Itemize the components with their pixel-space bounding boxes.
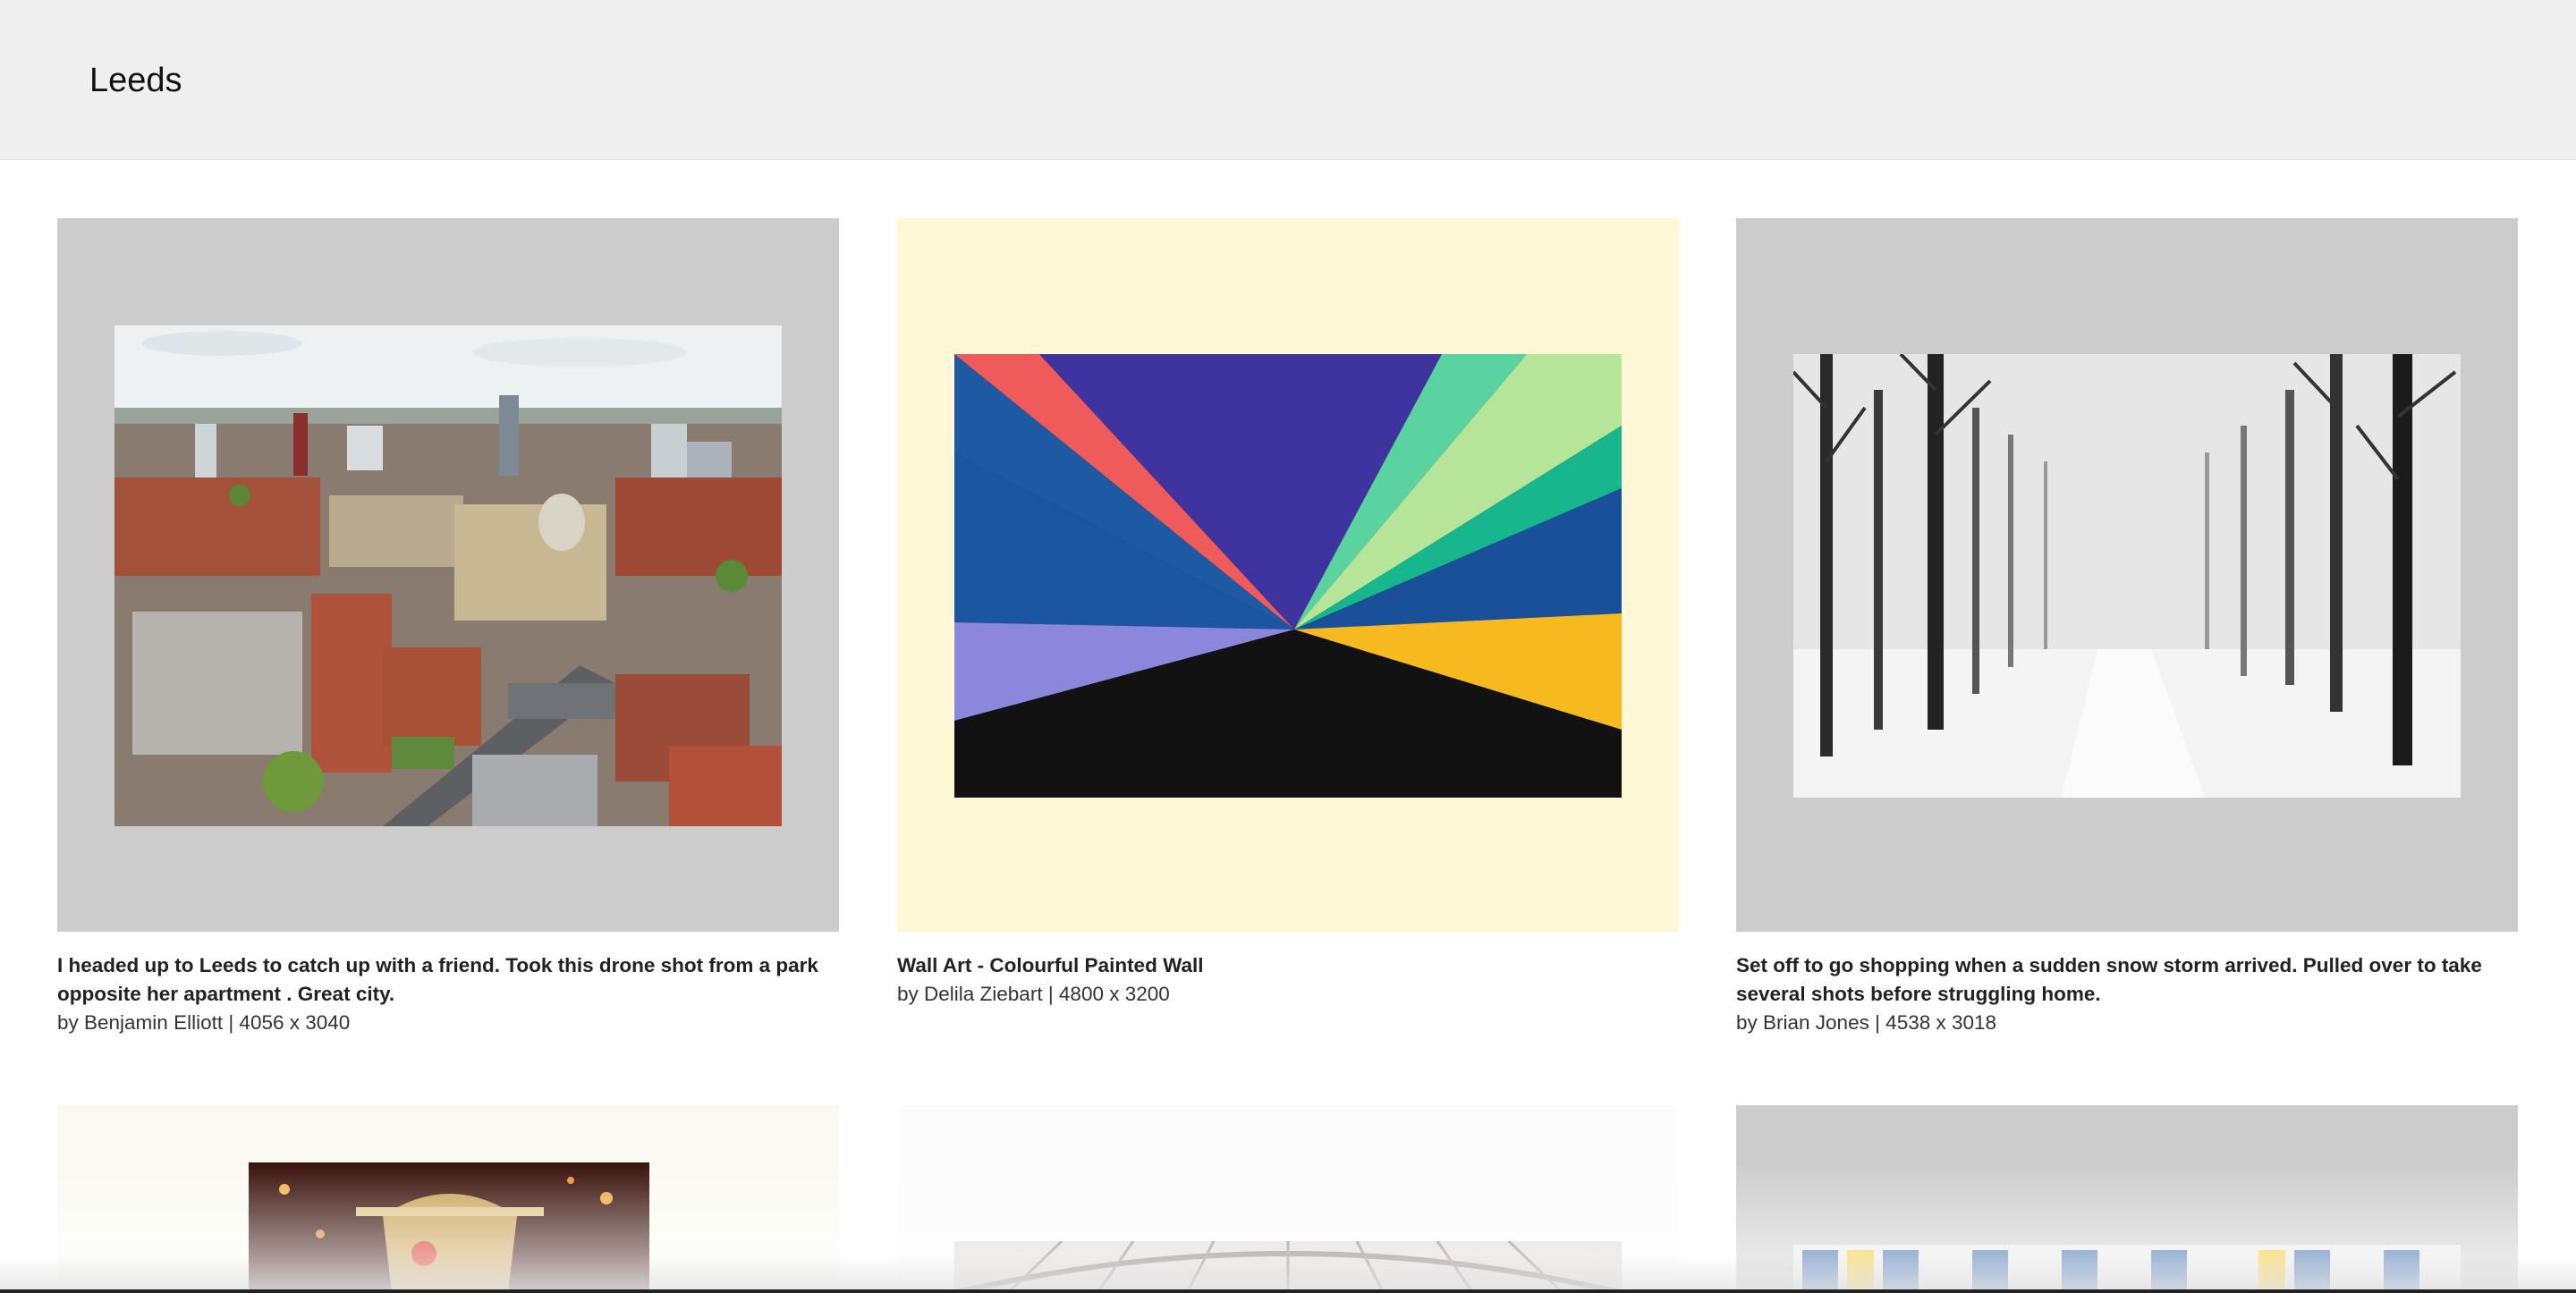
photo-caption: I headed up to Leeds to catch up with a … [57, 951, 839, 1037]
window-bottom-edge [0, 1289, 2576, 1293]
building-facade-photo[interactable] [1793, 1245, 2461, 1293]
photo-caption: Wall Art - Colourful Painted Wall by Del… [897, 951, 1679, 1009]
page-header: Leeds [0, 0, 2576, 160]
painted-wall-photo[interactable] [954, 354, 1622, 798]
photo-frame[interactable] [57, 218, 839, 932]
photo-frame[interactable] [1736, 1105, 2518, 1293]
photo-frame[interactable] [57, 1105, 839, 1293]
photo-caption: Set off to go shopping when a sudden sno… [1736, 951, 2518, 1037]
photo-frame[interactable] [897, 1105, 1679, 1293]
snowy-trees-photo[interactable] [1793, 354, 2461, 798]
photo-meta: by Brian Jones | 4538 x 3018 [1736, 1011, 1997, 1034]
ornate-crown-photo[interactable] [249, 1162, 649, 1293]
photo-description: Wall Art - Colourful Painted Wall [897, 954, 1204, 976]
photo-meta: by Benjamin Elliott | 4056 x 3040 [57, 1011, 351, 1034]
page-title: Leeds [89, 62, 182, 99]
photo-frame[interactable] [1736, 218, 2518, 932]
photo-frame[interactable] [897, 218, 1679, 932]
photo-meta: by Delila Ziebart | 4800 x 3200 [897, 983, 1170, 1005]
city-aerial-photo[interactable] [114, 325, 782, 826]
glass-arcade-photo[interactable] [954, 1241, 1622, 1293]
photo-description: I headed up to Leeds to catch up with a … [57, 954, 818, 1005]
photo-description: Set off to go shopping when a sudden sno… [1736, 954, 2482, 1005]
